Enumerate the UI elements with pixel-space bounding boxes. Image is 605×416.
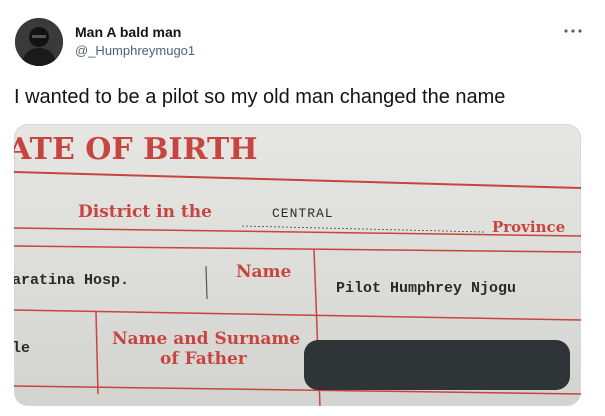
father-label-line1: Name and Surname	[112, 329, 301, 349]
father-label-line2: of Father	[160, 349, 247, 369]
author-handle[interactable]: @_Humphreymugo1	[75, 43, 195, 58]
hospital-value: aratina Hosp.	[14, 272, 130, 289]
avatar[interactable]	[15, 18, 63, 66]
certificate-heading: ATE OF BIRTH	[14, 132, 258, 167]
more-options-button[interactable]	[560, 20, 586, 42]
partial-left-value: le	[14, 340, 31, 357]
name-label: Name	[236, 262, 292, 282]
author-display-name[interactable]: Man A bald man	[75, 24, 181, 40]
tweet-card: Man A bald man @_Humphreymugo1 I wanted …	[0, 0, 605, 416]
district-label: District in the	[78, 202, 212, 222]
district-value: CENTRAL	[272, 206, 334, 221]
tweet-text: I wanted to be a pilot so my old man cha…	[14, 86, 506, 108]
tweet-photo[interactable]: ATE OF BIRTH District in the CENTRAL Pro…	[14, 124, 581, 406]
person-avatar-icon	[15, 18, 63, 66]
name-value: Pilot Humphrey Njogu	[336, 280, 517, 297]
redaction-box	[304, 340, 570, 390]
province-label: Province	[492, 218, 566, 236]
ellipsis-icon	[564, 29, 582, 33]
